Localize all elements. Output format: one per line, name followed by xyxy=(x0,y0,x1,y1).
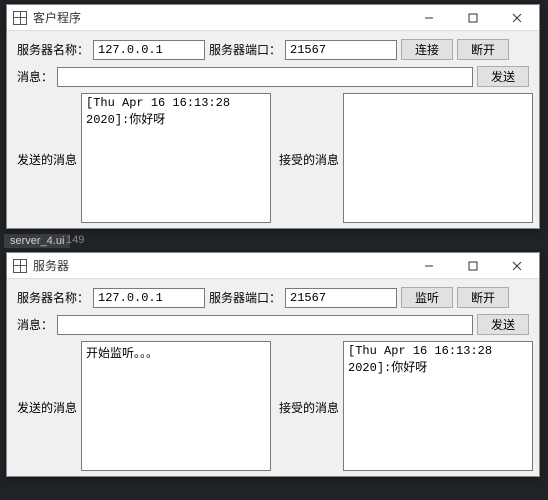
sent-pane-label: 发送的消息 xyxy=(17,399,77,416)
server-port-label: 服务器端口： xyxy=(209,289,281,306)
window-title: 服务器 xyxy=(33,257,69,274)
titlebar[interactable]: 服务器 xyxy=(7,253,539,279)
sent-pane-label: 发送的消息 xyxy=(17,151,77,168)
disconnect-button[interactable]: 断开 xyxy=(457,287,509,308)
close-button[interactable] xyxy=(495,5,539,31)
bg-file-num: 149 xyxy=(66,234,84,246)
window-title: 客户程序 xyxy=(33,9,81,26)
server-name-label: 服务器名称： xyxy=(17,289,89,306)
window-client: 客户程序 服务器名称： 服务器端口： 连接 断开 消息： 发送 发送的消息 [T… xyxy=(6,4,540,229)
recv-textarea[interactable] xyxy=(343,93,533,223)
connect-button[interactable]: 连接 xyxy=(401,39,453,60)
app-icon xyxy=(13,11,27,25)
sent-textarea[interactable]: [Thu Apr 16 16:13:28 2020]:你好呀 xyxy=(81,93,271,223)
disconnect-button[interactable]: 断开 xyxy=(457,39,509,60)
server-name-input[interactable] xyxy=(93,288,205,308)
minimize-button[interactable] xyxy=(407,5,451,31)
message-label: 消息： xyxy=(17,68,53,85)
message-input[interactable] xyxy=(57,315,473,335)
recv-pane-label: 接受的消息 xyxy=(279,151,339,168)
server-port-input[interactable] xyxy=(285,288,397,308)
recv-pane-label: 接受的消息 xyxy=(279,399,339,416)
close-button[interactable] xyxy=(495,253,539,279)
listen-button[interactable]: 监听 xyxy=(401,287,453,308)
minimize-button[interactable] xyxy=(407,253,451,279)
app-icon xyxy=(13,259,27,273)
server-name-input[interactable] xyxy=(93,40,205,60)
titlebar[interactable]: 客户程序 xyxy=(7,5,539,31)
message-input[interactable] xyxy=(57,67,473,87)
recv-textarea[interactable]: [Thu Apr 16 16:13:28 2020]:你好呀 xyxy=(343,341,533,471)
message-label: 消息： xyxy=(17,316,53,333)
server-port-label: 服务器端口： xyxy=(209,41,281,58)
server-port-input[interactable] xyxy=(285,40,397,60)
send-button[interactable]: 发送 xyxy=(477,314,529,335)
bg-file-label: server_4.ui xyxy=(4,234,70,248)
send-button[interactable]: 发送 xyxy=(477,66,529,87)
maximize-button[interactable] xyxy=(451,5,495,31)
server-name-label: 服务器名称： xyxy=(17,41,89,58)
window-server: 服务器 服务器名称： 服务器端口： 监听 断开 消息： 发送 发送的消息 开始监… xyxy=(6,252,540,477)
sent-textarea[interactable]: 开始监听。。。 xyxy=(81,341,271,471)
maximize-button[interactable] xyxy=(451,253,495,279)
